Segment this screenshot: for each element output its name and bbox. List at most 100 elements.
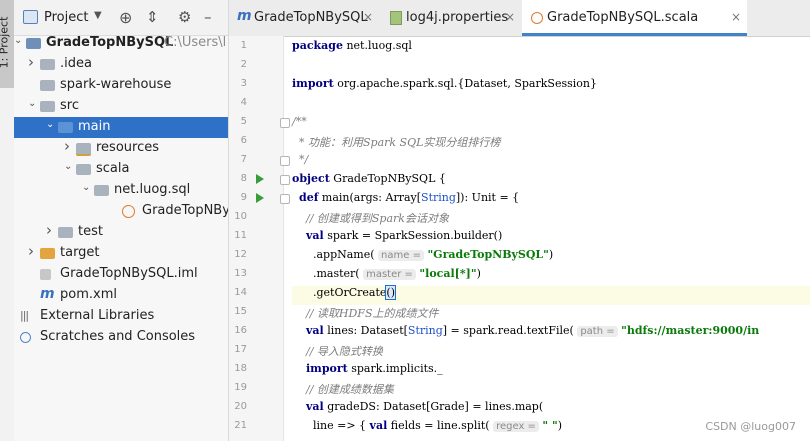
editor-tab-bar: m GradeTopNBySQL × log4j.properties × GradeTo… <box>229 0 810 37</box>
collapse-all-icon[interactable]: ⇕ <box>146 8 159 26</box>
tree-item-label: Scratches and Consoles <box>40 329 196 344</box>
tree-item[interactable]: › resources <box>14 137 228 159</box>
scala-object-icon <box>531 12 543 24</box>
parameter-hint: path = <box>577 326 618 337</box>
code-line: package net.luog.sql <box>292 39 412 58</box>
editor-tab-label: GradeTopNBySQL <box>254 10 368 25</box>
tree-item[interactable]: ⌄ src <box>14 96 228 117</box>
editor-tab[interactable]: m GradeTopNBySQL × <box>229 0 379 36</box>
chevron-right-icon[interactable]: › <box>28 242 34 260</box>
folder-icon <box>58 227 73 238</box>
tree-item-label: GradeTopNBySQL <box>142 203 228 218</box>
tree-item[interactable]: ⌄ GradeTopNBySQL C:\Users\l <box>14 33 228 54</box>
line-number: 13 <box>234 268 247 279</box>
line-number: 12 <box>234 249 247 260</box>
scratches-icon <box>20 332 31 343</box>
code-token: spark = SparkSession.builder() <box>323 229 503 242</box>
code-line: /** <box>292 115 307 134</box>
line-number: 17 <box>234 344 247 355</box>
editor-tab[interactable]: log4j.properties × <box>381 0 521 36</box>
code-line: // 读取HDFS上的成绩文件 <box>292 305 439 324</box>
tree-item[interactable]: GradeTopNBySQL.iml <box>14 264 228 285</box>
code-token: gradeDS: Dataset[Grade] = lines.map( <box>323 400 544 413</box>
tree-item[interactable]: Scratches and Consoles <box>14 327 228 348</box>
editor-tab-label: GradeTopNBySQL.scala <box>547 10 699 25</box>
line-number: 8 <box>240 173 247 184</box>
chevron-down-icon[interactable]: ⌄ <box>28 98 36 109</box>
code-token: org.apache.spark.sql.{Dataset, SparkSess… <box>333 77 597 90</box>
code-token: "hdfs://master:9000/in <box>621 324 760 337</box>
module-folder-icon <box>26 38 41 49</box>
close-icon[interactable]: × <box>731 10 741 24</box>
code-token: // 创建成绩数据集 <box>292 383 394 396</box>
code-token: ) <box>548 248 554 261</box>
parameter-hint: regex = <box>493 421 539 432</box>
chevron-right-icon[interactable]: › <box>46 221 52 239</box>
locate-target-icon[interactable]: ⊕ <box>119 8 132 27</box>
editor-tab-label: log4j.properties <box>406 10 509 25</box>
editor-tab[interactable]: GradeTopNBySQL.scala × <box>522 0 747 36</box>
chevron-down-icon[interactable]: ⌄ <box>14 35 22 46</box>
tree-item-label: GradeTopNBySQL <box>46 35 174 50</box>
chevron-right-icon[interactable]: › <box>64 137 70 155</box>
code-token: "local[*]" <box>419 267 477 280</box>
tree-item[interactable]: spark-warehouse <box>14 75 228 96</box>
code-token: val <box>306 229 324 242</box>
parameter-hint: name = <box>378 250 424 261</box>
line-number: 7 <box>240 154 247 165</box>
line-number: 19 <box>234 382 247 393</box>
code-token: import <box>306 362 348 375</box>
tree-item[interactable]: m pom.xml <box>14 285 228 306</box>
code-token: fields = line.split( <box>387 419 494 432</box>
code-token: spark.implicits._ <box>347 362 443 375</box>
line-number: 1 <box>240 40 247 51</box>
run-gutter-icon[interactable] <box>256 193 264 203</box>
chevron-right-icon[interactable]: › <box>28 53 34 71</box>
gear-icon[interactable]: ⚙ <box>178 8 191 26</box>
tree-item-label: .idea <box>60 56 92 71</box>
tree-item[interactable]: ⌄ main <box>14 117 228 138</box>
line-number: 14 <box>234 287 247 298</box>
close-icon[interactable]: × <box>505 10 515 24</box>
code-line: val spark = SparkSession.builder() <box>292 229 502 248</box>
tree-item[interactable]: › .idea <box>14 53 228 75</box>
code-token: val <box>306 324 324 337</box>
line-number: 20 <box>234 401 247 412</box>
code-token: String <box>407 324 443 337</box>
chevron-down-icon[interactable]: ⌄ <box>82 182 90 193</box>
code-token: lines: Dataset[ <box>323 324 408 337</box>
hide-panel-icon[interactable]: – <box>204 8 212 26</box>
chevron-down-icon[interactable]: ▼ <box>94 10 102 21</box>
project-tool-tab[interactable]: 1: Project <box>0 0 14 88</box>
libraries-icon: ||| <box>20 309 29 322</box>
code-line: .master( master = "local[*]") <box>292 267 481 286</box>
tree-item[interactable]: GradeTopNBySQL <box>14 201 228 222</box>
tree-item[interactable]: › test <box>14 221 228 243</box>
code-token: * 功能：利用Spark SQL实现分组排行榜 <box>292 136 501 149</box>
line-number: 21 <box>234 420 247 431</box>
tree-item[interactable]: ⌄ net.luog.sql <box>14 180 228 201</box>
code-token: .appName( <box>292 248 379 261</box>
tree-item[interactable]: ⌄ scala <box>14 159 228 180</box>
close-icon[interactable]: × <box>363 10 373 24</box>
tree-item-label: spark-warehouse <box>60 77 172 92</box>
chevron-down-icon[interactable]: ⌄ <box>46 119 54 130</box>
code-token: import <box>292 77 334 90</box>
code-token: () <box>385 285 396 300</box>
chevron-down-icon[interactable]: ⌄ <box>64 161 72 172</box>
run-gutter-icon[interactable] <box>256 174 264 184</box>
tree-item-label: pom.xml <box>60 287 117 302</box>
folder-icon <box>40 59 55 70</box>
parameter-hint: master = <box>363 269 416 280</box>
tree-item[interactable]: › target <box>14 242 228 264</box>
code-token: main(args: Array[ <box>318 191 422 204</box>
tree-item[interactable]: ›|||External Libraries <box>14 306 228 327</box>
maven-icon: m <box>40 286 55 302</box>
tree-item-label: External Libraries <box>40 308 155 323</box>
line-number: 3 <box>240 78 247 89</box>
code-token: // 导入隐式转换 <box>292 345 383 358</box>
project-view-selector[interactable]: Project <box>44 10 88 25</box>
code-editor[interactable]: package net.luog.sql import org.apache.sp… <box>284 36 810 441</box>
